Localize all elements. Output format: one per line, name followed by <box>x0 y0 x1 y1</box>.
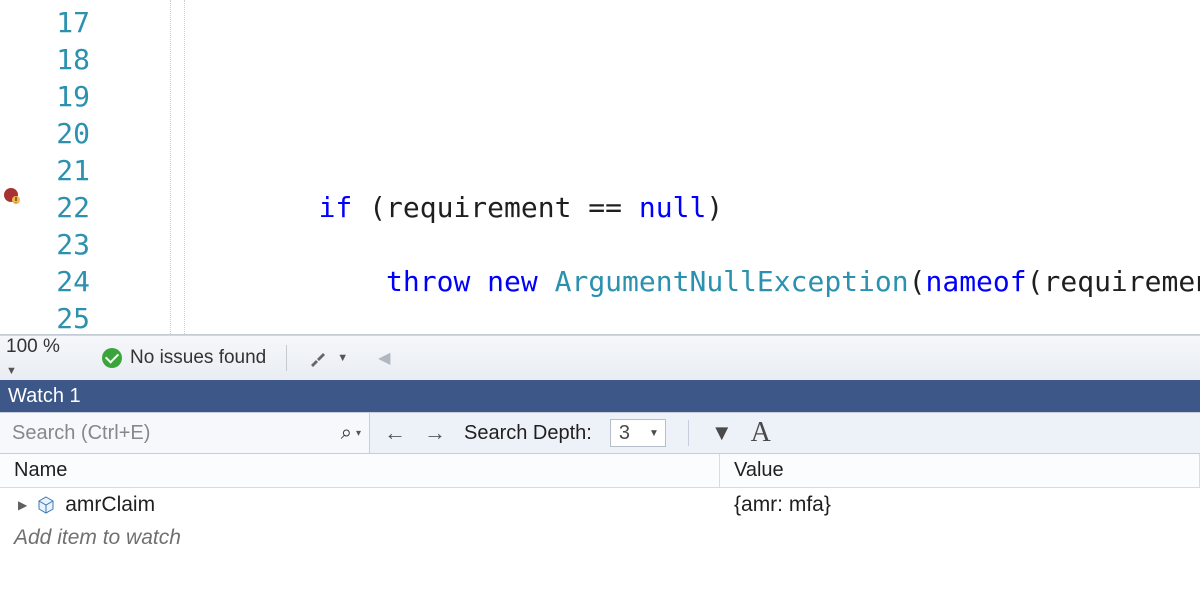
search-depth-dropdown[interactable]: 3▼ <box>610 419 666 447</box>
editor-status-bar: 100 % ▼ No issues found ▼ ◀ <box>0 335 1200 380</box>
watch-name-cell[interactable]: amrClaim <box>65 493 155 517</box>
line-number: 17 <box>22 4 110 41</box>
code-editor[interactable]: 17 18 19 20 21 22 23 24 25 if (requireme… <box>0 0 1200 335</box>
line-number: 23 <box>22 226 110 263</box>
code-token: ( <box>909 265 926 298</box>
search-depth-label: Search Depth: <box>464 422 592 445</box>
watch-row[interactable]: ▶ amrClaim {amr: mfa} <box>0 488 1200 521</box>
nav-back-disabled-icon: ◀ <box>378 348 390 368</box>
line-number: 24 <box>22 263 110 300</box>
code-token: ArgumentNullException <box>555 265 909 298</box>
error-list-summary[interactable]: No issues found <box>102 347 266 369</box>
object-icon <box>37 496 55 514</box>
watch-value-cell[interactable]: {amr: mfa} <box>720 493 1200 517</box>
code-token: throw <box>386 265 470 298</box>
line-number: 25 <box>22 300 110 335</box>
line-number: 20 <box>22 115 110 152</box>
code-token: nameof <box>925 265 1026 298</box>
line-number: 18 <box>22 41 110 78</box>
code-token: ) <box>706 191 723 224</box>
watch-toolbar: ⌕▾ ← → Search Depth: 3▼ ▼ A <box>0 412 1200 454</box>
watch-window-title[interactable]: Watch 1 <box>0 380 1200 412</box>
text-style-icon[interactable]: A <box>751 417 771 449</box>
watch-search[interactable]: ⌕▾ <box>0 413 370 453</box>
outline-gutter[interactable] <box>110 0 150 334</box>
breakpoint-margin[interactable] <box>0 0 22 334</box>
line-number: 22 <box>22 189 110 226</box>
code-token: (requirement == <box>352 191 639 224</box>
code-token: if <box>319 191 353 224</box>
line-number: 19 <box>22 78 110 115</box>
line-number-gutter: 17 18 19 20 21 22 23 24 25 <box>22 0 110 334</box>
code-token: new <box>487 265 538 298</box>
screwdriver-icon[interactable] <box>307 347 329 369</box>
column-header-value[interactable]: Value <box>720 454 1200 487</box>
watch-column-headers[interactable]: Name Value <box>0 454 1200 488</box>
add-watch-placeholder[interactable]: Add item to watch <box>0 521 1200 554</box>
code-token: (requiremen <box>1027 265 1200 298</box>
code-area[interactable]: if (requirement == null) throw new Argum… <box>150 0 1200 334</box>
search-icon[interactable]: ⌕ <box>341 422 352 445</box>
breakpoint-exception-icon <box>2 186 20 204</box>
zoom-level[interactable]: 100 % ▼ <box>0 336 70 380</box>
status-text: No issues found <box>130 347 266 369</box>
line-number: 21 <box>22 152 110 189</box>
expand-toggle-icon[interactable]: ▶ <box>18 498 27 512</box>
check-icon <box>102 348 122 368</box>
search-input[interactable] <box>10 421 335 446</box>
filter-icon[interactable]: ▼ <box>711 420 733 446</box>
code-token: null <box>639 191 706 224</box>
nav-forward-icon[interactable]: → <box>424 420 446 446</box>
column-header-name[interactable]: Name <box>0 454 720 487</box>
nav-back-icon[interactable]: ← <box>384 420 406 446</box>
